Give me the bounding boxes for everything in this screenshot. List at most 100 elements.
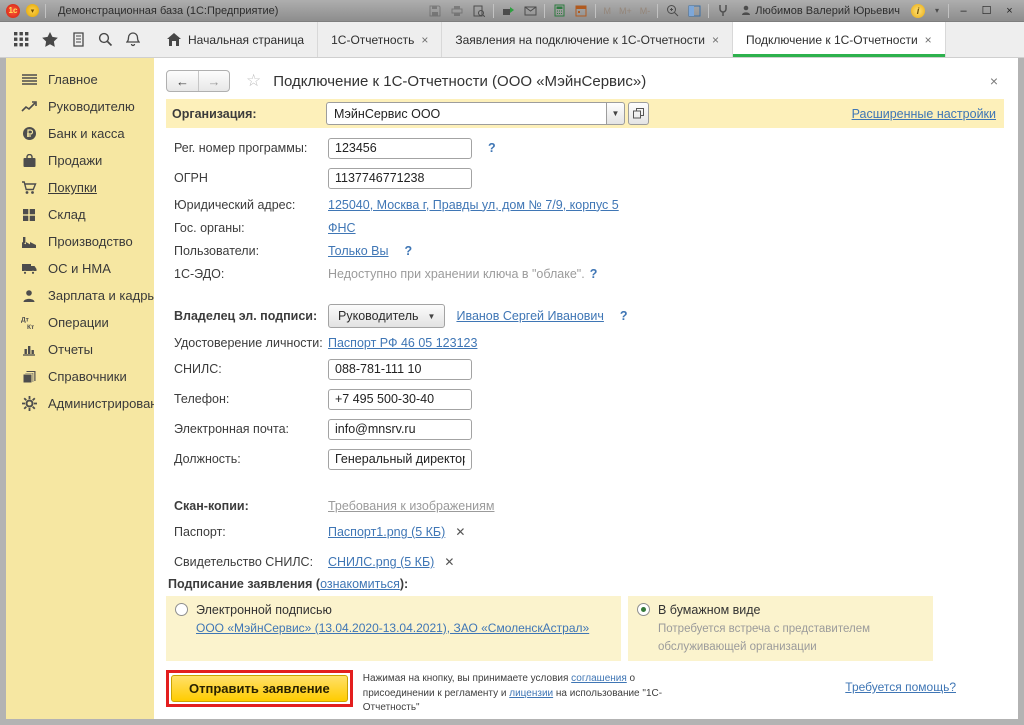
search-icon[interactable] — [98, 32, 113, 47]
notifications-bell-icon[interactable] — [126, 32, 140, 47]
license-link[interactable]: лицензии — [509, 688, 553, 699]
memory-m-button[interactable]: M — [602, 3, 612, 18]
maximize-button[interactable]: ☐ — [978, 3, 995, 19]
sidebar-item-payroll-hr[interactable]: Зарплата и кадры — [6, 282, 154, 309]
position-input[interactable] — [328, 449, 472, 470]
identity-link[interactable]: Паспорт РФ 46 05 123123 — [328, 336, 477, 350]
minimize-button[interactable]: – — [955, 3, 972, 19]
sidebar-item-directories[interactable]: Справочники — [6, 363, 154, 390]
sidebar-item-reports[interactable]: Отчеты — [6, 336, 154, 363]
tab-1c-reporting[interactable]: 1С-Отчетность × — [318, 22, 442, 57]
sidebar-item-operations[interactable]: ДтКтОперации — [6, 309, 154, 336]
ogrn-input[interactable] — [328, 168, 472, 189]
save-icon[interactable] — [427, 3, 443, 18]
calendar-icon[interactable] — [573, 3, 589, 18]
position-row: Должность: — [174, 446, 1004, 472]
sidebar-item-production[interactable]: Производство — [6, 228, 154, 255]
sidebar-item-purchases[interactable]: Покупки — [6, 174, 154, 201]
info-icon[interactable]: i — [910, 3, 926, 18]
users-link[interactable]: Только Вы — [328, 244, 389, 258]
snils-input[interactable] — [328, 359, 472, 380]
delete-snils-file-icon[interactable]: ✕ — [444, 555, 454, 569]
signing-title: Подписание заявления — [168, 577, 312, 591]
owner-person-link[interactable]: Иванов Сергей Иванович — [456, 309, 603, 323]
sidebar-item-sales[interactable]: Продажи — [6, 147, 154, 174]
certificate-link[interactable]: ООО «МэйнСервис» (13.04.2020-13.04.2021)… — [196, 621, 589, 635]
option-paper[interactable]: В бумажном виде Потребуется встреча с пр… — [628, 596, 933, 661]
tab-label: Заявления на подключение к 1С-Отчетности — [455, 33, 705, 47]
open-organization-button[interactable] — [628, 102, 649, 125]
current-user[interactable]: Любимов Валерий Юрьевич — [741, 5, 900, 17]
tab-home[interactable]: Начальная страница — [154, 22, 318, 57]
favorite-star-icon[interactable]: ☆ — [246, 71, 261, 91]
review-link[interactable]: ознакомиться — [320, 577, 400, 591]
passport-file-link[interactable]: Паспорт1.png (5 КБ) — [328, 525, 445, 539]
window-close-button[interactable]: × — [1001, 3, 1018, 19]
zoom-icon[interactable] — [664, 3, 680, 18]
edo-status-text: Недоступно при хранении ключа в "облаке"… — [328, 267, 585, 281]
snils-file-link[interactable]: СНИЛС.png (5 КБ) — [328, 555, 434, 569]
tab-close-icon[interactable]: × — [925, 33, 932, 47]
tab-applications[interactable]: Заявления на подключение к 1С-Отчетности… — [442, 22, 733, 57]
email-input[interactable] — [328, 419, 472, 440]
image-requirements-link[interactable]: Требования к изображениям — [328, 499, 494, 513]
sections-menu-icon[interactable] — [14, 32, 29, 47]
chevron-down-icon[interactable]: ▼ — [606, 102, 625, 125]
reg-number-input[interactable] — [328, 138, 472, 159]
divider — [45, 4, 46, 18]
ogrn-row: ОГРН — [174, 165, 1004, 191]
delete-passport-file-icon[interactable]: ✕ — [455, 525, 465, 539]
reg-number-help-icon[interactable]: ? — [488, 141, 496, 155]
sidebar-item-administration[interactable]: Администрирование — [6, 390, 154, 417]
panels-icon[interactable] — [686, 3, 702, 18]
memory-m-minus-button[interactable]: M- — [639, 3, 652, 18]
tab-label: Подключение к 1С-Отчетности — [746, 33, 918, 47]
sidebar-item-manager[interactable]: Руководителю — [6, 93, 154, 120]
users-help-icon[interactable]: ? — [405, 244, 413, 258]
send-icon[interactable] — [500, 3, 516, 18]
history-icon[interactable] — [72, 32, 85, 47]
phone-input[interactable] — [328, 389, 472, 410]
memory-m-plus-button[interactable]: M+ — [618, 3, 633, 18]
sidebar-item-main[interactable]: Главное — [6, 66, 154, 93]
back-button[interactable]: ← — [167, 71, 198, 91]
tab-close-icon[interactable]: × — [421, 33, 428, 47]
signature-owner-row: Владелец эл. подписи: Руководитель ▼ Ива… — [174, 303, 1004, 329]
mail-icon[interactable] — [522, 3, 538, 18]
edo-help-icon[interactable]: ? — [590, 267, 598, 281]
books-icon — [21, 370, 37, 384]
advanced-settings-link[interactable]: Расширенные настройки — [852, 107, 996, 121]
sidebar-item-warehouse[interactable]: Склад — [6, 201, 154, 228]
tab-connection[interactable]: Подключение к 1С-Отчетности × — [733, 22, 946, 57]
snils-row: СНИЛС: — [174, 356, 1004, 382]
sidebar-item-bank-cash[interactable]: Банк и касса — [6, 120, 154, 147]
system-menu-icon[interactable]: ▾ — [26, 4, 39, 17]
info-dropdown-icon[interactable]: ▾ — [932, 3, 942, 18]
favorites-icon[interactable] — [42, 32, 58, 47]
organization-input[interactable] — [326, 102, 606, 125]
owner-help-icon[interactable]: ? — [620, 309, 628, 323]
tools-icon[interactable] — [715, 3, 731, 18]
electronic-option-label: Электронной подписью — [196, 603, 332, 617]
print-preview-icon[interactable] — [471, 3, 487, 18]
tab-close-icon[interactable]: × — [712, 33, 719, 47]
send-application-button[interactable]: Отправить заявление — [171, 675, 348, 702]
print-icon[interactable] — [449, 3, 465, 18]
owner-role-dropdown[interactable]: Руководитель ▼ — [328, 304, 445, 328]
legal-address-link[interactable]: 125040, Москва г, Правды ул, дом № 7/9, … — [328, 198, 619, 212]
gear-icon — [21, 396, 37, 411]
form-close-icon[interactable]: × — [984, 73, 1004, 89]
forward-button[interactable]: → — [198, 71, 229, 91]
panel-tool-strip — [0, 22, 154, 57]
signing-title-row: Подписание заявления (ознакомиться): — [168, 577, 1004, 591]
sidebar-item-fixed-assets[interactable]: ОС и НМА — [6, 255, 154, 282]
need-help-link[interactable]: Требуется помощь? — [845, 680, 956, 694]
calculator-icon[interactable] — [551, 3, 567, 18]
radio-paper-icon[interactable] — [637, 603, 650, 616]
option-electronic-signature[interactable]: Электронной подписью ООО «МэйнСервис» (1… — [166, 596, 621, 661]
app-window: 1с ▾ Демонстрационная база (1С:Предприят… — [0, 0, 1024, 725]
gov-bodies-link[interactable]: ФНС — [328, 221, 356, 235]
edo-row: 1С-ЭДО: Недоступно при хранении ключа в … — [174, 264, 1004, 283]
radio-electronic-icon[interactable] — [175, 603, 188, 616]
agreement-link[interactable]: соглашения — [571, 673, 627, 684]
